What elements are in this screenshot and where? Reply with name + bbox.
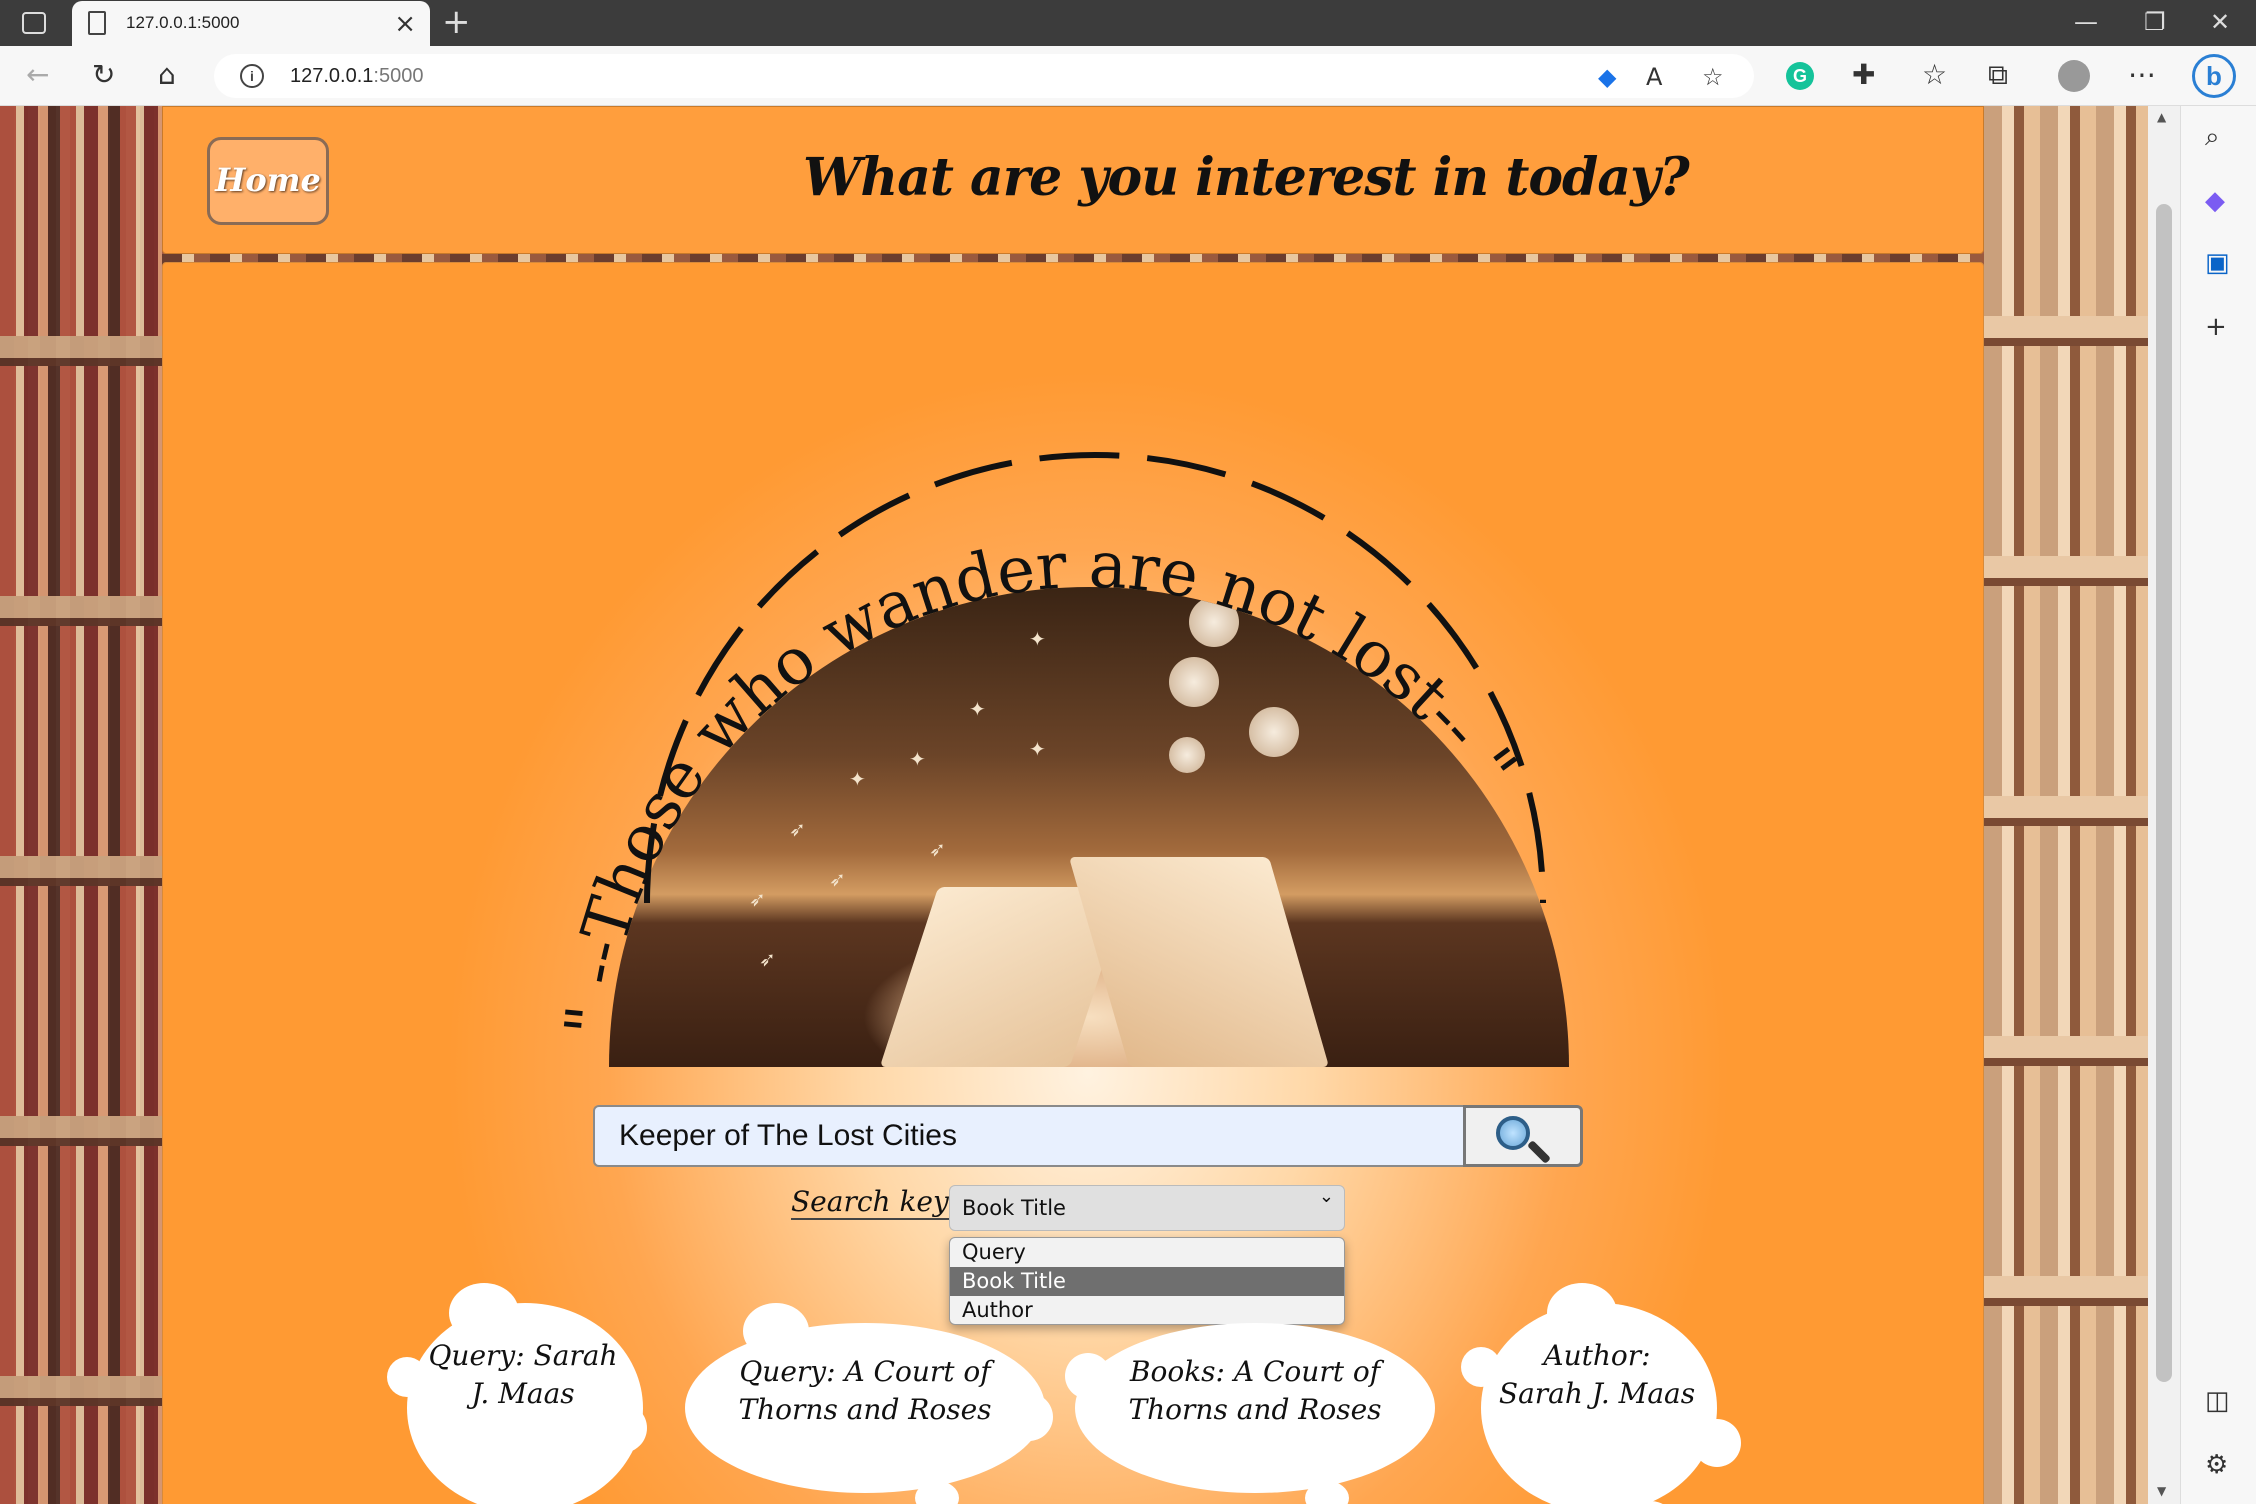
add-icon[interactable]: + <box>2205 312 2227 342</box>
favorites-icon[interactable]: ☆ <box>1922 58 1947 91</box>
search-key-select[interactable]: Book Title ⌄ <box>949 1185 1345 1231</box>
tab-bar: 127.0.0.1:5000 × + — ❐ ✕ <box>0 0 2256 46</box>
tag-icon[interactable]: ◆ <box>1598 63 1616 91</box>
profile-icon[interactable] <box>2058 60 2090 92</box>
new-tab-icon[interactable]: + <box>442 2 471 42</box>
suggestion-text: Author: Sarah J. Maas <box>1498 1339 1696 1410</box>
settings-icon[interactable]: ⚙ <box>2205 1450 2228 1480</box>
browser-tab[interactable]: 127.0.0.1:5000 × <box>72 1 430 46</box>
suggestion-text: Query: Sarah J. Maas <box>428 1339 618 1410</box>
magnifier-icon <box>1496 1116 1530 1150</box>
home-icon[interactable]: ⌂ <box>158 58 176 91</box>
page-header: Home What are you interest in today? <box>162 106 1984 254</box>
main-panel: ✦ ✦ ✦ ✦ ✦ ➶ ➶ ➶ ➶ ➶ " --Those who wander… <box>162 262 1984 1504</box>
hero: ✦ ✦ ✦ ✦ ✦ ➶ ➶ ➶ ➶ ➶ " --Those who wander… <box>163 263 1985 1067</box>
close-tab-icon[interactable]: × <box>394 9 416 39</box>
search-key-label: Search key: <box>791 1185 959 1220</box>
sidebar-toggle-icon[interactable]: ◫ <box>2205 1386 2230 1416</box>
magnifier-handle <box>1526 1139 1552 1165</box>
page-icon <box>88 11 106 35</box>
address-text: 127.0.0.1:5000 <box>290 65 424 87</box>
suggestion-cloud[interactable]: Query: Sarah J. Maas <box>383 1273 653 1504</box>
quote-text: " --Those who wander are not lost-- " <box>552 529 1530 1039</box>
info-icon[interactable]: i <box>240 64 264 88</box>
address-bar[interactable]: i 127.0.0.1:5000 ◆ A ☆ <box>214 54 1754 98</box>
search-button[interactable] <box>1463 1105 1583 1167</box>
tab-actions-icon[interactable] <box>22 12 46 34</box>
scroll-up-icon[interactable]: ▲ <box>2157 110 2166 124</box>
bookshelf-background-right <box>1984 106 2148 1504</box>
grammarly-icon[interactable]: G <box>1786 62 1814 90</box>
quote-arc: " --Those who wander are not lost-- " <box>552 452 1546 1039</box>
add-favorite-icon[interactable]: ☆ <box>1702 63 1724 91</box>
read-aloud-icon[interactable]: A <box>1646 63 1662 91</box>
restore-icon[interactable]: ❐ <box>2144 8 2166 36</box>
extensions-icon[interactable]: ✚ <box>1852 58 1875 91</box>
suggestion-cloud[interactable]: Query: A Court of Thorns and Roses <box>675 1293 1055 1504</box>
window-close-icon[interactable]: ✕ <box>2210 8 2230 36</box>
bing-icon[interactable]: b <box>2192 54 2236 98</box>
bookshelf-background-left <box>0 106 162 1504</box>
search-input[interactable]: Keeper of The Lost Cities <box>593 1105 1463 1167</box>
tab-title: 127.0.0.1:5000 <box>126 13 240 32</box>
page-title: What are you interest in today? <box>803 147 1690 208</box>
more-icon[interactable]: ⋯ <box>2128 58 2156 91</box>
edge-sidebar: ⌕ ◆ ▣ + ◫ ⚙ <box>2180 106 2256 1504</box>
outlook-icon[interactable]: ▣ <box>2205 248 2230 278</box>
suggestion-cloud[interactable]: Books: A Court of Thorns and Roses <box>1065 1293 1445 1504</box>
option-query[interactable]: Query <box>950 1238 1344 1267</box>
suggestion-text: Books: A Court of Thorns and Roses <box>1128 1355 1382 1426</box>
search-key-value: Book Title <box>962 1196 1066 1220</box>
chevron-down-icon: ⌄ <box>1318 1186 1334 1207</box>
back-icon[interactable]: ← <box>26 58 49 91</box>
copilot-icon[interactable]: ◆ <box>2205 186 2225 216</box>
suggestion-text: Query: A Court of Thorns and Roses <box>738 1355 992 1426</box>
navigation-bar: ← ↻ ⌂ i 127.0.0.1:5000 ◆ A ☆ G ✚ ☆ ⧉ ⋯ b <box>0 46 2256 106</box>
search-icon[interactable]: ⌕ <box>2205 122 2220 153</box>
option-book-title[interactable]: Book Title <box>950 1267 1344 1296</box>
scroll-down-icon[interactable]: ▼ <box>2157 1484 2166 1498</box>
home-button[interactable]: Home <box>207 137 329 225</box>
collections-icon[interactable]: ⧉ <box>1988 58 2008 92</box>
refresh-icon[interactable]: ↻ <box>92 58 115 91</box>
minimize-icon[interactable]: — <box>2074 8 2098 36</box>
scroll-thumb[interactable] <box>2156 204 2172 1382</box>
suggestion-cloud[interactable]: Author: Sarah J. Maas <box>1457 1273 1757 1504</box>
page-viewport: Home What are you interest in today? ✦ ✦… <box>0 106 2148 1504</box>
page-scrollbar[interactable]: ▲ ▼ <box>2148 106 2180 1504</box>
